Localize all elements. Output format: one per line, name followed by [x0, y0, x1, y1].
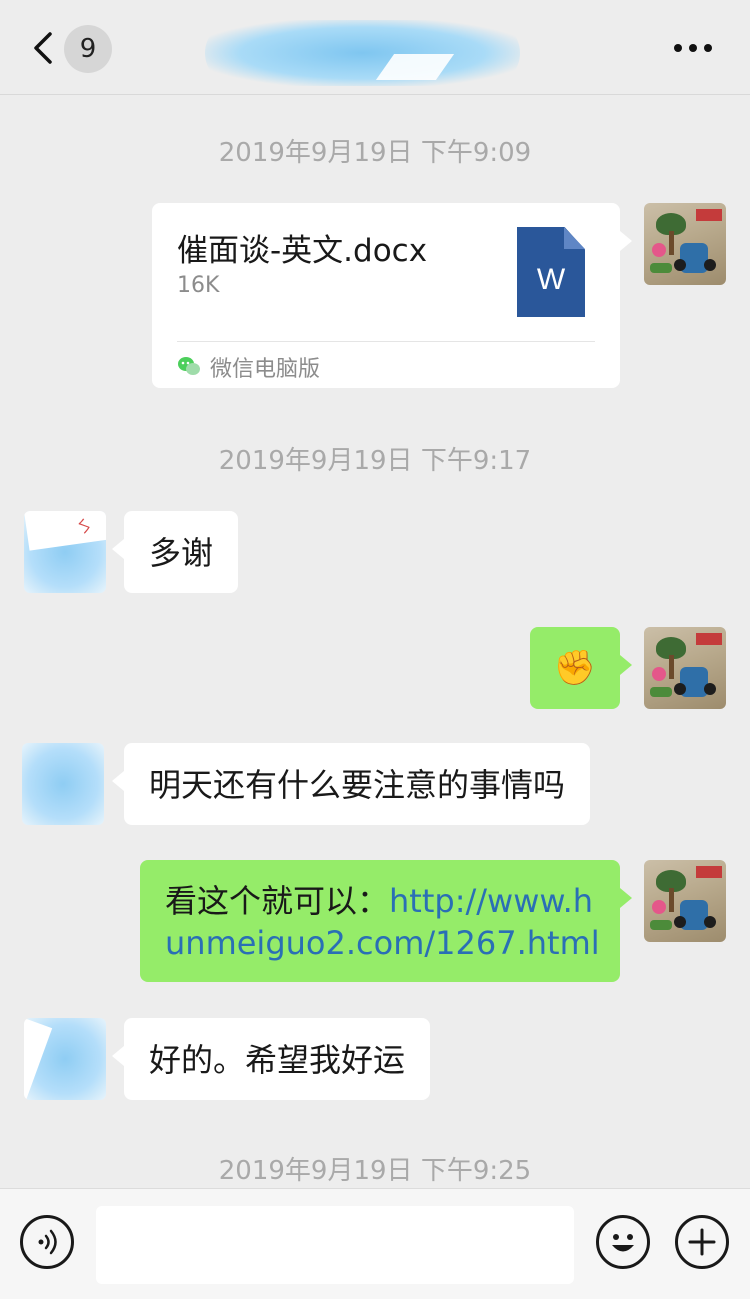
more-icon — [674, 44, 682, 52]
back-arrow-icon — [34, 32, 52, 64]
incoming-message[interactable]: 多谢 — [111, 511, 239, 593]
plus-icon — [688, 1228, 716, 1256]
back-button[interactable] — [28, 28, 68, 68]
my-avatar[interactable] — [644, 627, 726, 709]
timestamp: 2019年9月19日 下午9:17 — [218, 446, 532, 476]
timestamp: 2019年9月19日 下午9:09 — [218, 138, 532, 168]
message-input[interactable] — [96, 1206, 574, 1284]
my-avatar[interactable] — [644, 203, 726, 285]
url-link[interactable]: unmeiguo2.com/1267.html — [165, 922, 600, 964]
my-avatar[interactable] — [644, 860, 726, 942]
incoming-message[interactable]: 好的。希望我好运 — [111, 1018, 431, 1100]
emoji-icon — [612, 1234, 634, 1252]
wechat-logo-icon — [178, 357, 200, 375]
voice-icon — [38, 1229, 57, 1255]
fist-emoji-icon: ✊ — [553, 648, 597, 688]
emoji-button[interactable] — [596, 1215, 650, 1269]
input-bar — [0, 1188, 750, 1299]
incoming-message[interactable]: 明天还有什么要注意的事情吗 — [111, 743, 591, 825]
more-button[interactable] — [674, 44, 714, 54]
timestamp: 2019年9月19日 下午9:25 — [218, 1156, 532, 1186]
voice-button[interactable] — [20, 1215, 74, 1269]
file-message[interactable]: 催面谈-英文.docx 16K W 微信电脑版 — [152, 203, 632, 388]
message-text: 看这个就可以： — [165, 882, 390, 920]
file-source-label: 微信电脑版 — [210, 357, 321, 382]
file-size: 16K — [177, 273, 220, 298]
url-link[interactable]: http://www.h — [389, 882, 593, 920]
outgoing-message[interactable]: 看这个就可以：http://www.h unmeiguo2.com/1267.h… — [140, 860, 632, 982]
contact-avatar[interactable]: ㄣ — [24, 511, 106, 593]
outgoing-message[interactable]: ✊ — [530, 627, 632, 709]
contact-avatar[interactable] — [24, 1018, 106, 1100]
file-name: 催面谈-英文.docx — [177, 233, 428, 269]
contact-avatar[interactable] — [22, 743, 104, 825]
divider — [177, 341, 595, 342]
contact-name-redacted — [205, 20, 520, 86]
chat-header: 9 — [0, 0, 750, 95]
unread-count-badge[interactable]: 9 — [64, 25, 112, 73]
more-functions-button[interactable] — [675, 1215, 729, 1269]
